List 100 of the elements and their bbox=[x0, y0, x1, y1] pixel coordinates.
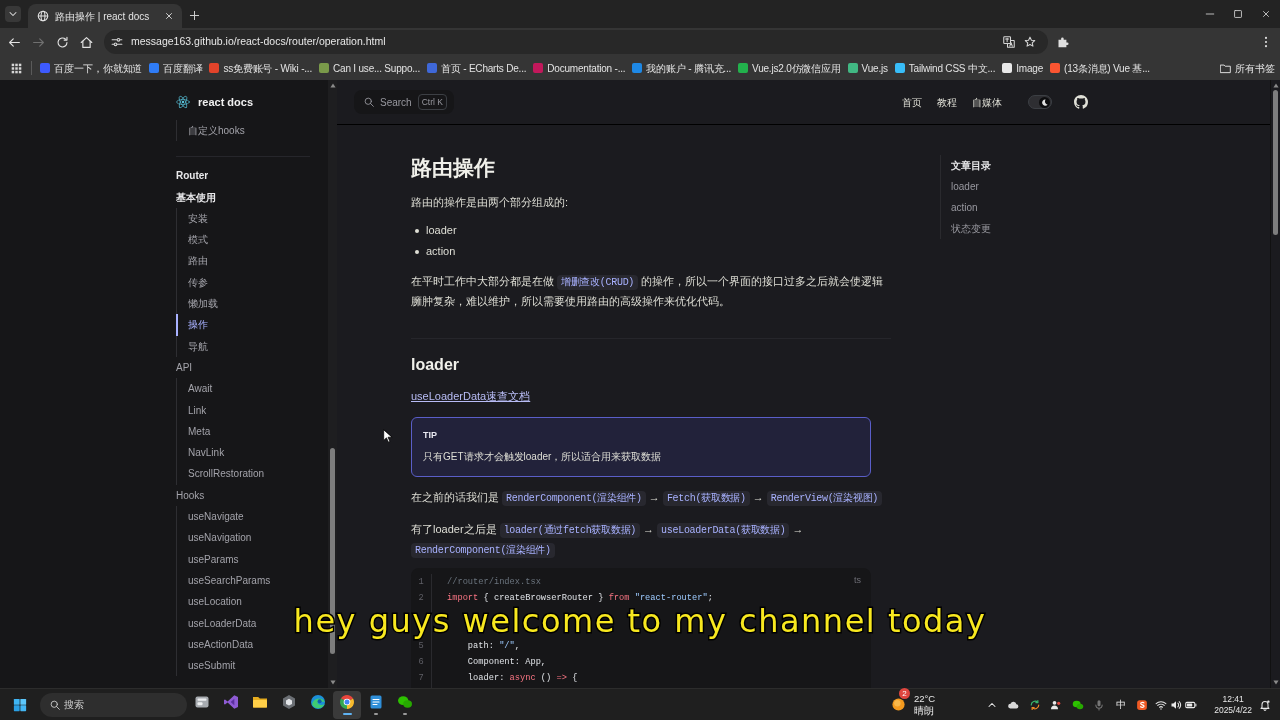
toc-link[interactable]: action bbox=[951, 197, 978, 218]
wifi-icon[interactable] bbox=[1154, 698, 1167, 711]
bookmark[interactable]: Tailwind CSS 中文... bbox=[894, 60, 996, 76]
bell-icon[interactable] bbox=[1259, 698, 1271, 711]
address-field[interactable]: message163.github.io/react-docs/router/operation.html bbox=[104, 30, 1048, 54]
people-icon[interactable] bbox=[1050, 698, 1063, 711]
nav-link[interactable]: 教程 bbox=[937, 94, 957, 110]
sidebar-link[interactable]: 操作 bbox=[176, 314, 208, 336]
sync-icon[interactable] bbox=[1028, 698, 1041, 711]
back-arrow-icon[interactable] bbox=[7, 35, 21, 49]
close-icon[interactable] bbox=[1261, 9, 1271, 19]
bookmark[interactable]: 百度翻译 bbox=[149, 60, 203, 76]
sidebar-link[interactable]: 懒加载 bbox=[176, 293, 218, 315]
bookmark[interactable]: ss免费账号 - Wiki -... bbox=[209, 60, 313, 76]
sidebar-group-title: 基本使用 bbox=[176, 190, 216, 205]
bookmark[interactable]: 百度一下，你就知道 bbox=[40, 60, 143, 76]
github-icon[interactable] bbox=[1074, 95, 1088, 109]
ime-indicator[interactable]: 中 bbox=[1115, 697, 1126, 712]
chat-bubbles-icon[interactable] bbox=[1071, 698, 1084, 711]
indicator-icon bbox=[374, 713, 378, 715]
sidebar-link[interactable]: useLocation bbox=[176, 591, 242, 613]
sidebar-link[interactable]: useParams bbox=[176, 548, 239, 570]
close-icon[interactable] bbox=[164, 11, 174, 21]
toc-link[interactable]: 状态变更 bbox=[951, 218, 991, 239]
triangle-up-icon[interactable] bbox=[329, 83, 336, 88]
sidebar-link[interactable]: useLoaderData bbox=[176, 612, 257, 634]
reload-icon[interactable] bbox=[55, 35, 69, 49]
code-line: Component: App, bbox=[466, 656, 547, 669]
visual-studio-icon bbox=[223, 694, 239, 710]
sidebar-link[interactable]: 模式 bbox=[176, 229, 208, 251]
sidebar-link[interactable]: Link bbox=[176, 399, 207, 421]
microphone-icon[interactable] bbox=[1093, 698, 1106, 711]
sidebar-link[interactable]: 安装 bbox=[176, 207, 208, 230]
sidebar-link[interactable]: 传参 bbox=[176, 271, 208, 294]
sidebar-link[interactable]: Meta bbox=[176, 420, 211, 443]
cursor-icon bbox=[383, 429, 393, 444]
bookmark[interactable]: (13条消息) Vue 基... bbox=[1050, 60, 1150, 76]
sidebar-link[interactable]: Await bbox=[176, 378, 213, 400]
bookmark[interactable]: Image bbox=[1002, 60, 1044, 76]
sidebar-link[interactable]: 导航 bbox=[176, 335, 208, 357]
line-number: 5 bbox=[418, 640, 424, 653]
puzzle-icon[interactable] bbox=[1057, 36, 1069, 48]
bookmark[interactable]: 我的账户 - 腾讯充... bbox=[632, 60, 732, 76]
indicator-icon bbox=[403, 713, 407, 715]
temperature-text: 22°C bbox=[913, 692, 936, 705]
browser-tab[interactable]: 路由操作 | react docs bbox=[28, 4, 182, 28]
scrollbar[interactable] bbox=[1270, 80, 1280, 688]
sliders-icon[interactable] bbox=[111, 36, 123, 48]
chrome-icon bbox=[339, 694, 355, 710]
taskbar-button[interactable] bbox=[333, 690, 361, 719]
bookmarks-folder[interactable]: 所有书签 bbox=[1220, 60, 1275, 76]
sidebar-link[interactable]: useSearchParams bbox=[176, 569, 271, 592]
sidebar-link[interactable]: useActionData bbox=[176, 633, 254, 656]
triangle-down-icon[interactable] bbox=[1272, 680, 1279, 685]
atom-icon bbox=[176, 95, 190, 109]
page-title: 路由操作 bbox=[411, 155, 495, 181]
maximize-icon[interactable] bbox=[1233, 9, 1243, 19]
sidebar-link[interactable]: useNavigation bbox=[176, 527, 252, 549]
paragraph: 路由的操作是由两个部分组成的: bbox=[411, 195, 570, 210]
grid-icon[interactable] bbox=[11, 62, 22, 74]
nav-link[interactable]: 自媒体 bbox=[972, 94, 1002, 110]
sun-icon bbox=[890, 697, 906, 712]
search-button[interactable]: Search Ctrl K bbox=[354, 90, 454, 114]
search-field[interactable]: 搜索 bbox=[40, 692, 187, 717]
start-icon[interactable] bbox=[13, 697, 27, 712]
doc-link[interactable]: useLoaderData速查文档 bbox=[411, 386, 531, 406]
volume-icon[interactable] bbox=[1169, 698, 1182, 711]
globe-icon bbox=[37, 10, 49, 22]
line-number: 7 bbox=[418, 672, 424, 685]
scrollbar-thumb[interactable] bbox=[1273, 90, 1278, 235]
input-method-icon[interactable] bbox=[1136, 698, 1149, 711]
bookmark[interactable]: Vue.js2.0仿微信应用 bbox=[738, 60, 841, 76]
sidebar-link[interactable]: 路由 bbox=[176, 250, 208, 272]
home-icon[interactable] bbox=[79, 35, 93, 49]
tab-search-button[interactable] bbox=[5, 6, 21, 22]
triangle-down-icon[interactable] bbox=[329, 680, 336, 685]
sidebar-link[interactable]: 自定义hooks bbox=[176, 120, 245, 142]
bookmark[interactable]: Documentation -... bbox=[533, 60, 626, 76]
sidebar-link[interactable]: ScrollRestoration bbox=[176, 463, 265, 485]
plus-icon[interactable] bbox=[189, 10, 200, 21]
subtitle-text: hey guys welcome to my channel today bbox=[293, 605, 987, 637]
bookmark[interactable]: Vue.js bbox=[847, 60, 888, 76]
bookmark[interactable]: Can I use... Suppo... bbox=[319, 60, 420, 76]
nav-link[interactable]: 首页 bbox=[902, 94, 922, 110]
indicator-icon bbox=[342, 713, 352, 715]
theme-switch[interactable] bbox=[1028, 95, 1052, 109]
sidebar-group-title: API bbox=[176, 360, 193, 375]
bookmark[interactable]: 首页 - ECharts De... bbox=[427, 60, 527, 76]
paragraph: 在平时工作中大部分都是在做 增删查改(CRUD) 的操作，所以一个界面的接口过多之后就会使逻辑臃肿复杂，难以维护，所以需要使用路由的高级操作来优化代码。 bbox=[411, 274, 885, 309]
site-logo-link[interactable]: react docs bbox=[176, 80, 316, 120]
sidebar-link[interactable]: NavLink bbox=[176, 442, 225, 464]
star-icon[interactable] bbox=[1024, 36, 1036, 48]
clock-button[interactable]: 12:41 2025/4/22 bbox=[1214, 693, 1252, 716]
sidebar-link[interactable]: useSubmit bbox=[176, 655, 236, 677]
notepad-icon bbox=[368, 694, 384, 710]
toc-title: 文章目录 bbox=[951, 159, 991, 173]
sidebar-link[interactable]: useNavigate bbox=[176, 506, 244, 528]
translate-icon[interactable] bbox=[1003, 36, 1015, 48]
toc-link[interactable]: loader bbox=[951, 176, 979, 197]
triangle-up-icon[interactable] bbox=[1272, 83, 1279, 88]
